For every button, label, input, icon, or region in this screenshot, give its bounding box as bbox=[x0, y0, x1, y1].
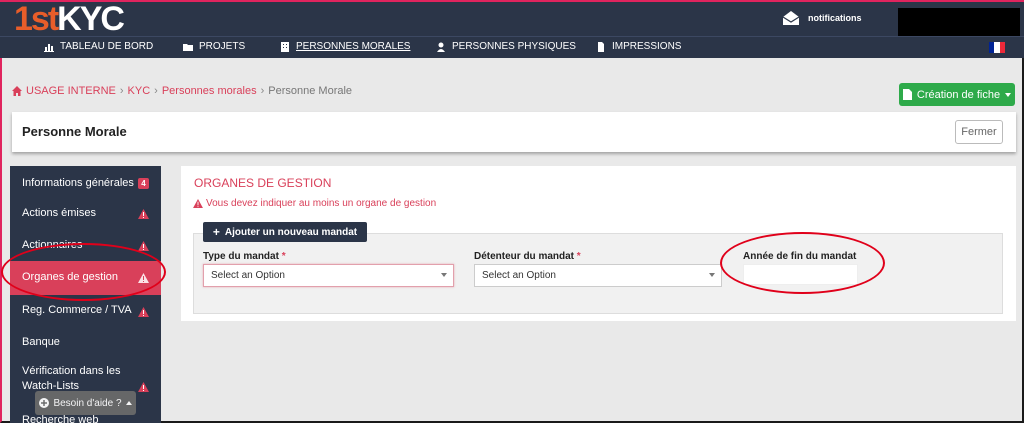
help-button[interactable]: Besoin d'aide ? bbox=[35, 391, 136, 415]
breadcrumb-kyc[interactable]: KYC bbox=[128, 85, 151, 97]
app-logo[interactable]: 1stKYC bbox=[14, 0, 125, 38]
type-mandat-value: Select an Option bbox=[211, 270, 285, 281]
warning-icon bbox=[138, 382, 149, 392]
warning-icon bbox=[193, 199, 203, 208]
plus-circle-icon bbox=[39, 398, 50, 408]
redacted-user-area bbox=[898, 8, 1020, 36]
sidebar-item-actions-emises[interactable]: Actions émises bbox=[10, 206, 161, 221]
nav-item-impressions[interactable]: IMPRESSIONS bbox=[596, 41, 681, 52]
count-badge: 4 bbox=[138, 178, 149, 189]
main-nav: TABLEAU DE BORD PROJETS PERSONNES MORALE… bbox=[0, 36, 1024, 58]
caret-down-icon bbox=[1005, 92, 1012, 97]
breadcrumb-separator: › bbox=[260, 85, 265, 97]
detenteur-mandat-label-text: Détenteur du mandat bbox=[474, 251, 575, 262]
file-icon bbox=[598, 41, 604, 52]
breadcrumb-usage-interne[interactable]: USAGE INTERNE bbox=[26, 85, 116, 97]
user-icon bbox=[437, 42, 445, 52]
sidebar-item-banque[interactable]: Banque bbox=[10, 335, 161, 350]
sidebar-item-verification-watch-lists[interactable]: Vérification dans les Watch-Lists bbox=[10, 364, 150, 394]
bar-chart-icon bbox=[44, 43, 54, 52]
warning-icon bbox=[138, 241, 149, 251]
type-mandat-label-text: Type du mandat bbox=[203, 251, 279, 262]
annotation-ellipse-end-year bbox=[720, 232, 885, 294]
validation-warning: Vous devez indiquer au moins un organe d… bbox=[193, 198, 436, 209]
warning-icon bbox=[138, 209, 149, 219]
sidebar-item-label: Vérification dans les Watch-Lists bbox=[22, 365, 121, 392]
section-title: ORGANES DE GESTION bbox=[194, 176, 332, 190]
french-flag-icon[interactable] bbox=[989, 42, 1005, 53]
sidebar-item-reg-commerce-tva[interactable]: Reg. Commerce / TVA bbox=[10, 303, 161, 318]
detenteur-mandat-label: Détenteur du mandat * bbox=[474, 251, 581, 262]
sidebar-item-label: Recherche web bbox=[22, 414, 99, 423]
breadcrumb-separator: › bbox=[119, 85, 124, 97]
sidebar-item-label: Banque bbox=[22, 336, 60, 348]
file-icon bbox=[902, 89, 912, 100]
nav-label: TABLEAU DE BORD bbox=[60, 41, 154, 52]
required-mark: * bbox=[576, 251, 581, 262]
detenteur-mandat-select[interactable]: Select an Option bbox=[474, 264, 722, 287]
logo-part2: KYC bbox=[57, 0, 125, 38]
breadcrumb-separator: › bbox=[154, 85, 158, 97]
nav-label: PERSONNES PHYSIQUES bbox=[452, 41, 576, 52]
help-label: Besoin d'aide ? bbox=[53, 397, 122, 409]
nav-label: PERSONNES MORALES bbox=[296, 41, 411, 52]
plus-icon: + bbox=[212, 225, 220, 239]
envelope-icon bbox=[782, 11, 800, 25]
building-icon bbox=[281, 41, 289, 52]
detenteur-mandat-value: Select an Option bbox=[482, 270, 556, 281]
caret-up-icon bbox=[125, 401, 132, 405]
sidebar-item-label: Actions émises bbox=[22, 207, 96, 219]
page-title: Personne Morale bbox=[22, 124, 127, 139]
caret-down-icon bbox=[709, 273, 715, 277]
sidebar-item-label: Informations générales bbox=[22, 177, 134, 189]
validation-warning-text: Vous devez indiquer au moins un organe d… bbox=[206, 198, 437, 209]
warning-icon bbox=[138, 307, 149, 317]
nav-label: IMPRESSIONS bbox=[612, 41, 682, 52]
create-record-label: Création de fiche bbox=[916, 88, 1001, 101]
annotation-ellipse-sidebar bbox=[1, 243, 166, 301]
add-mandate-label: Ajouter un nouveau mandat bbox=[224, 226, 358, 238]
nav-label: PROJETS bbox=[199, 41, 246, 52]
nav-item-tableau-de-bord[interactable]: TABLEAU DE BORD bbox=[44, 41, 153, 52]
home-icon[interactable] bbox=[12, 86, 22, 96]
type-mandat-label: Type du mandat * bbox=[203, 251, 286, 262]
nav-item-projets[interactable]: PROJETS bbox=[183, 41, 245, 52]
nav-item-personnes-physiques[interactable]: PERSONNES PHYSIQUES bbox=[436, 41, 576, 52]
breadcrumb-current: Personne Morale bbox=[268, 85, 353, 97]
breadcrumb: USAGE INTERNE › KYC › Personnes morales … bbox=[12, 85, 352, 97]
top-bar: 1stKYC notifications bbox=[0, 0, 1024, 38]
sidebar-item-informations-generales[interactable]: Informations générales 4 bbox=[10, 176, 161, 191]
type-mandat-select[interactable]: Select an Option bbox=[203, 264, 454, 287]
caret-down-icon bbox=[441, 273, 447, 277]
nav-item-personnes-morales[interactable]: PERSONNES MORALES bbox=[280, 41, 410, 52]
sidebar-item-label: Reg. Commerce / TVA bbox=[22, 304, 132, 316]
logo-part1: 1st bbox=[14, 0, 59, 38]
notifications-label: notifications bbox=[808, 13, 862, 23]
add-mandate-button[interactable]: + Ajouter un nouveau mandat bbox=[203, 222, 367, 242]
breadcrumb-personnes-morales[interactable]: Personnes morales bbox=[162, 85, 257, 97]
required-mark: * bbox=[281, 251, 286, 262]
main-panel: ORGANES DE GESTION Vous devez indiquer a… bbox=[181, 166, 1016, 321]
close-button[interactable]: Fermer bbox=[955, 120, 1003, 144]
folder-icon bbox=[183, 43, 193, 51]
page-header: Personne Morale Fermer bbox=[12, 112, 1016, 152]
create-record-button[interactable]: Création de fiche bbox=[899, 83, 1015, 106]
notifications-button[interactable]: notifications bbox=[782, 10, 862, 26]
